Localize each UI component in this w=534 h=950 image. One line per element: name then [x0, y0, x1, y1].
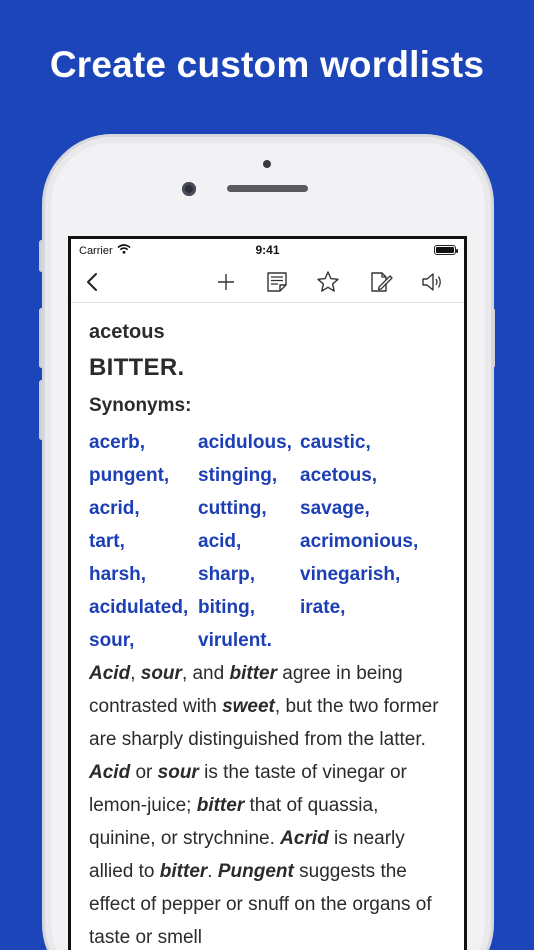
synonym-link[interactable]: biting,: [198, 591, 300, 624]
synonym-link[interactable]: acrimonious,: [300, 525, 450, 558]
synonym-link[interactable]: acerb,: [89, 426, 198, 459]
synonym-link[interactable]: sour,: [89, 624, 198, 657]
front-camera: [182, 182, 196, 196]
synonym-link[interactable]: cutting,: [198, 492, 300, 525]
synonym-link[interactable]: irate,: [300, 591, 450, 624]
toolbar: [71, 261, 464, 303]
emphasized-term: Pungent: [217, 861, 294, 882]
back-chevron-icon[interactable]: [79, 269, 105, 295]
edit-icon[interactable]: [368, 269, 394, 295]
synonym-link[interactable]: acrid,: [89, 492, 198, 525]
emphasized-term: Acid: [89, 762, 131, 783]
synonyms-grid: acerb, acidulous, caustic, pungent, stinging…: [89, 426, 446, 657]
star-icon[interactable]: [315, 269, 341, 295]
speaker-icon[interactable]: [420, 269, 446, 295]
body-text-run: ,: [130, 663, 141, 684]
entry-body-text: Acid, sour, and bitter agree in being co…: [89, 657, 446, 950]
entry-content: acetous BITTER. Synonyms: acerb, acidulou…: [89, 303, 446, 950]
synonym-link[interactable]: pungent,: [89, 459, 198, 492]
synonym-link[interactable]: sharp,: [198, 558, 300, 591]
synonym-link[interactable]: harsh,: [89, 558, 198, 591]
synonym-link[interactable]: caustic,: [300, 426, 450, 459]
emphasized-term: sour: [157, 762, 199, 783]
add-icon[interactable]: [213, 269, 239, 295]
emphasized-term: bitter: [159, 861, 208, 882]
emphasized-term: sweet: [222, 696, 275, 717]
phone-screen: Carrier 9:41 acetous BITTER. Synonyms: a…: [68, 236, 467, 950]
emphasized-term: Acid: [89, 663, 131, 684]
synonym-link[interactable]: acetous,: [300, 459, 450, 492]
notes-icon[interactable]: [264, 269, 290, 295]
body-text-run: or: [130, 762, 158, 783]
body-text-run: , and: [181, 663, 230, 684]
status-bar: Carrier 9:41: [71, 239, 464, 261]
proximity-sensor: [263, 160, 271, 168]
earpiece-speaker: [227, 185, 308, 192]
synonyms-label: Synonyms:: [89, 395, 192, 416]
entry-headword: acetous: [89, 321, 165, 343]
synonym-link[interactable]: acidulated,: [89, 591, 198, 624]
synonym-link[interactable]: acid,: [198, 525, 300, 558]
entry-definition: BITTER.: [89, 354, 185, 381]
body-text-run: .: [207, 861, 218, 882]
synonym-link[interactable]: vinegarish,: [300, 558, 450, 591]
synonym-link[interactable]: tart,: [89, 525, 198, 558]
emphasized-term: sour: [140, 663, 182, 684]
status-time: 9:41: [255, 243, 280, 257]
synonym-link[interactable]: stinging,: [198, 459, 300, 492]
synonym-link[interactable]: savage,: [300, 492, 450, 525]
synonym-link[interactable]: virulent.: [198, 624, 300, 657]
emphasized-term: bitter: [229, 663, 277, 684]
synonym-link[interactable]: acidulous,: [198, 426, 300, 459]
page-headline: Create custom wordlists: [49, 44, 485, 85]
emphasized-term: Acrid: [280, 828, 329, 849]
emphasized-term: bitter: [196, 795, 245, 816]
battery-icon: [434, 245, 458, 255]
